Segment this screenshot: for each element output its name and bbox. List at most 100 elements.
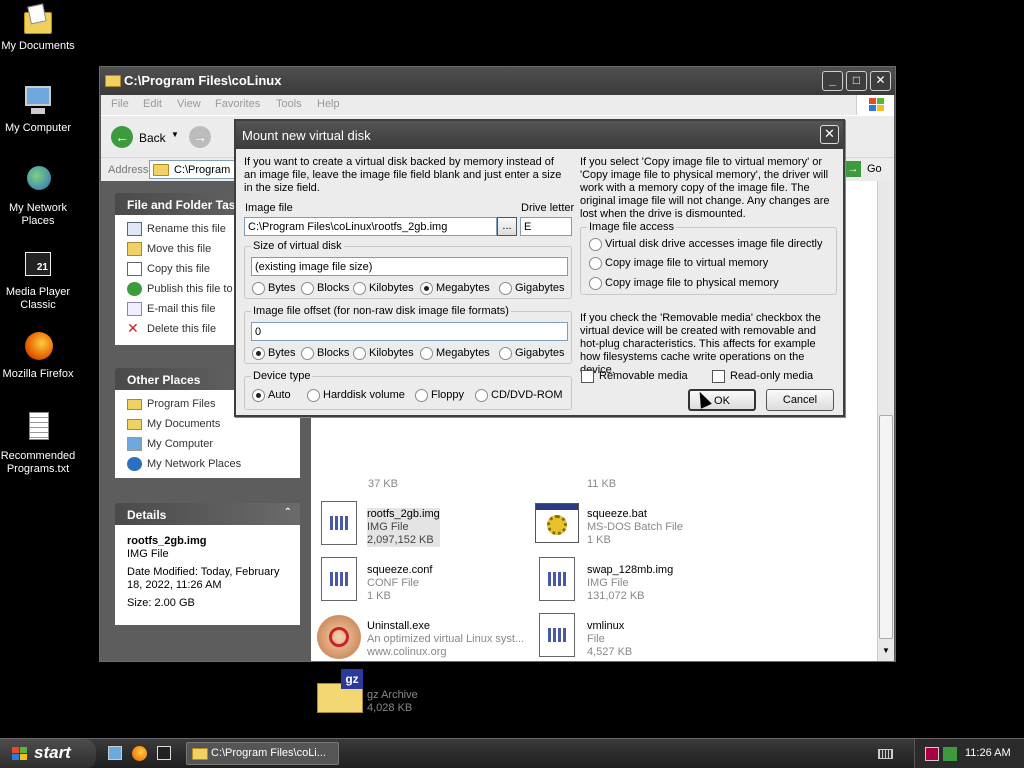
folder-documents-icon — [127, 419, 142, 430]
quicklaunch-show-desktop-icon[interactable] — [108, 746, 122, 760]
file-item-squeeze-bat[interactable]: squeeze.bat MS-DOS Batch File 1 KB — [535, 501, 735, 549]
image-file-access-label: Image file access — [587, 221, 676, 233]
size-unit-bytes[interactable]: Bytes — [252, 282, 296, 295]
taskbar-explorer-button[interactable]: C:\Program Files\coLi... — [186, 742, 339, 765]
size-input[interactable]: (existing image file size) — [251, 257, 568, 276]
img-file-icon — [319, 501, 359, 545]
dialog-close-button[interactable]: ✕ — [820, 125, 839, 144]
device-auto[interactable]: Auto — [252, 389, 291, 402]
minimize-button[interactable]: _ — [822, 71, 843, 91]
media-player-icon: 21 — [21, 248, 55, 282]
desktop-icon-label: My Computer — [4, 122, 72, 134]
offset-unit-gigabytes[interactable]: Gigabytes — [499, 347, 565, 360]
email-icon — [127, 302, 142, 316]
drive-letter-input[interactable]: E — [520, 217, 572, 236]
file-item-rootfs[interactable]: rootfs_2gb.img IMG File 2,097,152 KB — [319, 501, 519, 549]
removable-media-checkbox[interactable]: Removable media — [581, 370, 688, 383]
generic-file-icon — [537, 613, 577, 657]
offset-unit-bytes[interactable]: Bytes — [252, 347, 296, 360]
clock: 11:26 AM — [965, 747, 1011, 759]
details-title[interactable]: Details ⌃ — [115, 503, 300, 525]
chevron-down-icon: ▼ — [171, 130, 179, 139]
copy-icon — [127, 262, 142, 276]
desktop-icon-network-places[interactable]: My Network Places — [0, 164, 78, 228]
place-my-documents[interactable]: My Documents — [125, 414, 290, 434]
offset-unit-blocks[interactable]: Blocks — [301, 347, 349, 360]
desktop-icon-media-player-classic[interactable]: 21 Media Player Classic — [0, 248, 78, 312]
gz-archive-icon: gz — [315, 669, 363, 713]
collapse-chevron-icon[interactable]: ⌃ — [284, 507, 292, 518]
network-tray-icon[interactable] — [925, 747, 939, 761]
place-my-network-places[interactable]: My Network Places — [125, 454, 290, 474]
desktop-icon-my-computer[interactable]: My Computer — [0, 84, 78, 135]
desktop-icon-my-documents[interactable]: My Documents — [0, 2, 78, 53]
drive-letter-label: Drive letter — [521, 202, 575, 214]
network-globe-icon — [127, 457, 142, 471]
back-button[interactable]: ← Back ▼ — [109, 124, 179, 150]
desktop-icon-firefox[interactable]: Mozilla Firefox — [0, 330, 78, 381]
size-unit-kilobytes[interactable]: Kilobytes — [353, 282, 414, 295]
menu-view[interactable]: View — [177, 98, 201, 110]
place-my-computer[interactable]: My Computer — [125, 434, 290, 454]
volume-tray-icon[interactable] — [943, 747, 957, 761]
menu-edit[interactable]: Edit — [143, 98, 162, 110]
address-input[interactable]: C:\Program Files\coLinux — [149, 160, 237, 179]
device-floppy[interactable]: Floppy — [415, 389, 464, 402]
details-panel: Details ⌃ rootfs_2gb.img IMG File Date Mo… — [115, 503, 300, 625]
access-physical-memory[interactable]: Copy image file to physical memory — [589, 277, 779, 290]
offset-group: Image file offset (for non-raw disk imag… — [244, 305, 572, 364]
scroll-down-arrow-icon[interactable]: ▼ — [879, 643, 893, 659]
move-icon — [127, 242, 142, 256]
quicklaunch-media-player-icon[interactable] — [157, 746, 171, 760]
maximize-button[interactable]: □ — [846, 71, 867, 91]
menu-tools[interactable]: Tools — [276, 98, 302, 110]
forward-button[interactable]: → — [189, 126, 211, 148]
img-file-icon — [537, 557, 577, 601]
close-button[interactable]: ✕ — [870, 71, 891, 91]
offset-input[interactable]: 0 — [251, 322, 568, 341]
desktop-icon-label: Mozilla Firefox — [2, 368, 74, 380]
offset-unit-kilobytes[interactable]: Kilobytes — [353, 347, 414, 360]
partial-file-size: 37 KB — [368, 478, 398, 490]
desktop-icon-label: My Documents — [1, 40, 75, 52]
image-file-input[interactable]: C:\Program Files\coLinux\rootfs_2gb.img — [244, 217, 497, 236]
menu-help[interactable]: Help — [317, 98, 340, 110]
scroll-thumb[interactable] — [879, 415, 893, 639]
size-unit-megabytes[interactable]: Megabytes — [420, 282, 490, 295]
quicklaunch-firefox-icon[interactable] — [132, 746, 147, 761]
size-unit-gigabytes[interactable]: Gigabytes — [499, 282, 565, 295]
file-item-squeeze-conf[interactable]: squeeze.conf CONF File 1 KB — [319, 557, 519, 605]
file-item-vmlinux[interactable]: vmlinux File 4,527 KB — [537, 613, 737, 661]
dialog-titlebar[interactable]: Mount new virtual disk ✕ — [236, 121, 843, 149]
desktop-icon-label: My Network Places — [8, 202, 68, 227]
access-direct[interactable]: Virtual disk drive accesses image file d… — [589, 238, 822, 251]
windows-logo-icon — [856, 95, 894, 115]
desktop-icon-recommended-programs[interactable]: Recommended Programs.txt — [0, 412, 78, 476]
cancel-button[interactable]: Cancel — [766, 389, 834, 411]
size-unit-blocks[interactable]: Blocks — [301, 282, 349, 295]
keyboard-icon[interactable] — [878, 749, 893, 759]
globe-icon — [127, 282, 142, 296]
details-date-modified: Date Modified: Today, February 18, 2022,… — [127, 566, 280, 591]
start-button[interactable]: start — [0, 739, 96, 768]
file-item-swap[interactable]: swap_128mb.img IMG File 131,072 KB — [537, 557, 737, 605]
mount-virtual-disk-dialog: Mount new virtual disk ✕ If you want to … — [234, 119, 845, 417]
device-type-label: Device type — [251, 370, 313, 382]
menu-favorites[interactable]: Favorites — [215, 98, 260, 110]
explorer-titlebar[interactable]: C:\Program Files\coLinux _ □ ✕ — [100, 67, 895, 95]
delete-x-icon: ✕ — [127, 320, 139, 336]
menu-file[interactable]: File — [111, 98, 129, 110]
browse-button[interactable]: ... — [497, 217, 517, 236]
offset-unit-megabytes[interactable]: Megabytes — [420, 347, 490, 360]
file-item-uninstall[interactable]: Uninstall.exe An optimized virtual Linux… — [317, 613, 527, 661]
device-cdrom[interactable]: CD/DVD-ROM — [475, 389, 563, 402]
folder-icon — [192, 748, 208, 760]
read-only-media-checkbox[interactable]: Read-only media — [712, 370, 813, 383]
file-item-vmlinux-modules[interactable]: gz vmlinux-modules.tar.gz gz Archive 4,0… — [315, 669, 535, 717]
dialog-title: Mount new virtual disk — [242, 128, 371, 143]
vertical-scrollbar[interactable]: ▼ — [877, 181, 894, 661]
partial-file-size: 11 KB — [587, 478, 617, 490]
device-harddisk[interactable]: Harddisk volume — [307, 389, 405, 402]
go-button[interactable]: → Go — [843, 160, 891, 179]
access-virtual-memory[interactable]: Copy image file to virtual memory — [589, 257, 768, 270]
